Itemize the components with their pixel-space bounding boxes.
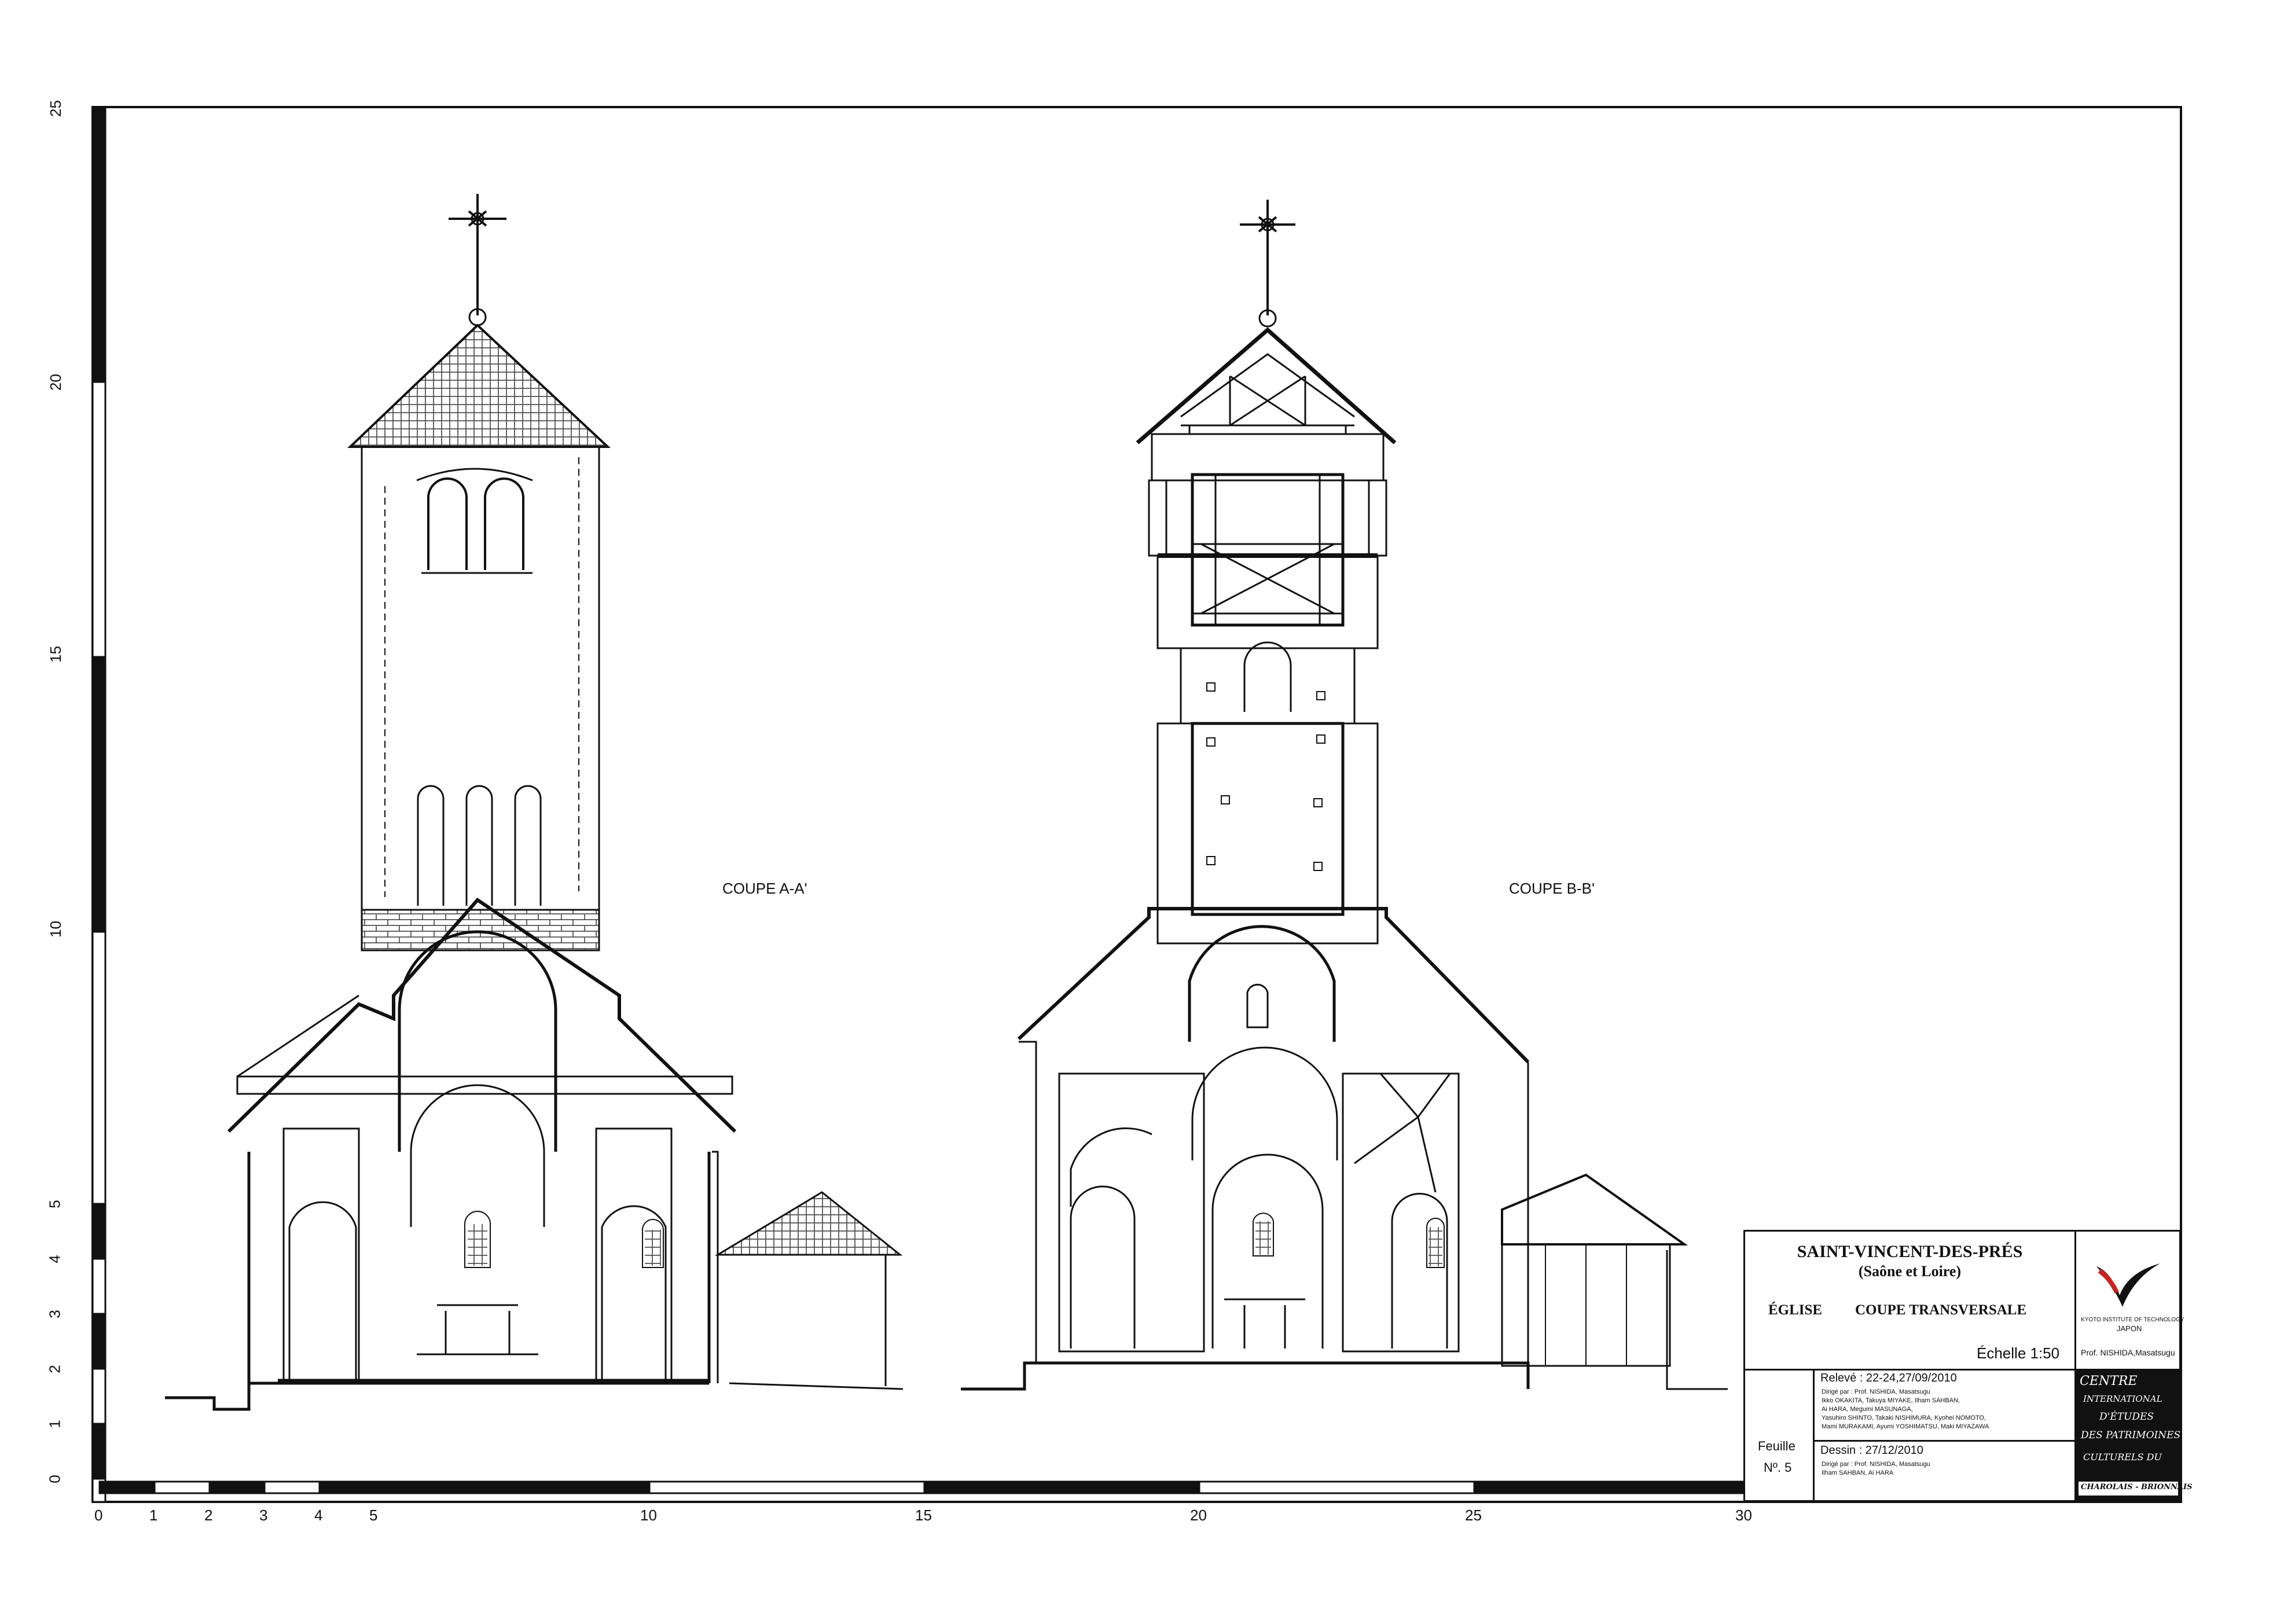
section-b-drawing xyxy=(961,200,1728,1391)
y-tick-3: 3 xyxy=(46,1310,64,1318)
site-title: SAINT-VINCENT-DES-PRÉS xyxy=(1797,1242,2023,1261)
feuille-label: Feuille xyxy=(1758,1439,1795,1453)
centre-line-3: D'ÉTUDES xyxy=(2099,1411,2154,1423)
releve-team-3: Yasuhiro SHINTO, Takaki NISHIMURA, Kyohe… xyxy=(1822,1414,1986,1421)
y-tick-4: 4 xyxy=(46,1255,64,1263)
y-tick-5: 5 xyxy=(46,1200,64,1208)
title-block: SAINT-VINCENT-DES-PRÉS (Saône et Loire) … xyxy=(1743,1230,2193,1502)
sheet-number-panel: Feuille Nº. 5 xyxy=(1745,1371,1815,1502)
x-tick-4: 4 xyxy=(314,1507,323,1524)
x-tick-0: 0 xyxy=(94,1507,103,1524)
title-panel: SAINT-VINCENT-DES-PRÉS (Saône et Loire) … xyxy=(1745,1232,2076,1371)
y-tick-0: 0 xyxy=(46,1475,64,1483)
section-a-drawing xyxy=(165,194,904,1411)
y-tick-20: 20 xyxy=(46,374,64,391)
x-tick-2: 2 xyxy=(204,1507,213,1524)
y-tick-2: 2 xyxy=(46,1365,64,1373)
centre-line-1: CENTRE xyxy=(2080,1374,2138,1388)
y-tick-10: 10 xyxy=(46,921,64,938)
centre-line-2: INTERNATIONAL xyxy=(2083,1394,2162,1404)
section-label-b: COUPE B-B' xyxy=(1509,880,1595,897)
y-tick-25: 25 xyxy=(46,100,64,117)
x-tick-5: 5 xyxy=(369,1507,378,1524)
sheet-number: Nº. 5 xyxy=(1764,1460,1792,1475)
centre-logo-panel: CENTRE INTERNATIONAL D'ÉTUDES DES PATRIM… xyxy=(2076,1371,2193,1502)
y-tick-15: 15 xyxy=(46,646,64,663)
region-title: (Saône et Loire) xyxy=(1858,1263,1962,1280)
dessin-team: Ilham SAHBAN, Ai HARA xyxy=(1822,1469,1894,1476)
releve-team-2: Ai HARA, Megumi MASUNAGA, xyxy=(1822,1406,1913,1413)
x-tick-20: 20 xyxy=(1190,1507,1207,1524)
institute-logo xyxy=(2096,1263,2160,1307)
centre-line-5: CULTURELS DU xyxy=(2083,1452,2162,1463)
x-tick-10: 10 xyxy=(640,1507,657,1524)
drawing-title: COUPE TRANSVERSALE xyxy=(1855,1302,2027,1318)
horizontal-scale-bar xyxy=(98,1480,1745,1494)
releve-director: Dirigé par : Prof. NISHIDA, Masatsugu xyxy=(1822,1388,1930,1395)
scale-text: Échelle 1:50 xyxy=(1977,1344,2060,1362)
building-title: ÉGLISE xyxy=(1768,1302,1823,1318)
y-tick-1: 1 xyxy=(46,1420,64,1428)
x-tick-15: 15 xyxy=(915,1507,932,1524)
centre-line-4: DES PATRIMOINES xyxy=(2081,1430,2181,1441)
dessin-label: Dessin : 27/12/2010 xyxy=(1820,1444,1923,1457)
credits-panel: Relevé : 22-24,27/09/2010 Dirigé par : P… xyxy=(1815,1371,2076,1502)
x-tick-30: 30 xyxy=(1735,1507,1752,1524)
vertical-scale-bar xyxy=(91,106,107,1503)
drawing-sheet: 0 1 2 3 4 5 10 15 20 25 30 0 1 2 3 4 5 1… xyxy=(0,0,2295,1621)
institute-country: JAPON xyxy=(2117,1324,2142,1333)
x-tick-25: 25 xyxy=(1465,1507,1482,1524)
institute-name: KYOTO INSTITUTE OF TECHNOLOGY xyxy=(2081,1317,2184,1323)
professor-name: Prof. NISHIDA,Masatsugu xyxy=(2081,1348,2175,1357)
releve-team-1: Ikko OKAKITA, Takuya MIYAKE, Ilham SAHBA… xyxy=(1822,1397,1960,1404)
centre-line-6: CHAROLAIS - BRIONNAIS xyxy=(2081,1483,2193,1491)
section-label-a: COUPE A-A' xyxy=(722,880,807,897)
x-tick-3: 3 xyxy=(259,1507,268,1524)
dessin-director: Dirigé par : Prof. NISHIDA, Masatsugu xyxy=(1822,1461,1930,1468)
releve-label: Relevé : 22-24,27/09/2010 xyxy=(1820,1372,1957,1384)
institute-panel: KYOTO INSTITUTE OF TECHNOLOGY JAPON Prof… xyxy=(2076,1232,2184,1371)
releve-team-4: Mami MURAKAMI, Ayumi YOSHIMATSU, Maki MI… xyxy=(1822,1423,1989,1430)
x-tick-1: 1 xyxy=(149,1507,158,1524)
